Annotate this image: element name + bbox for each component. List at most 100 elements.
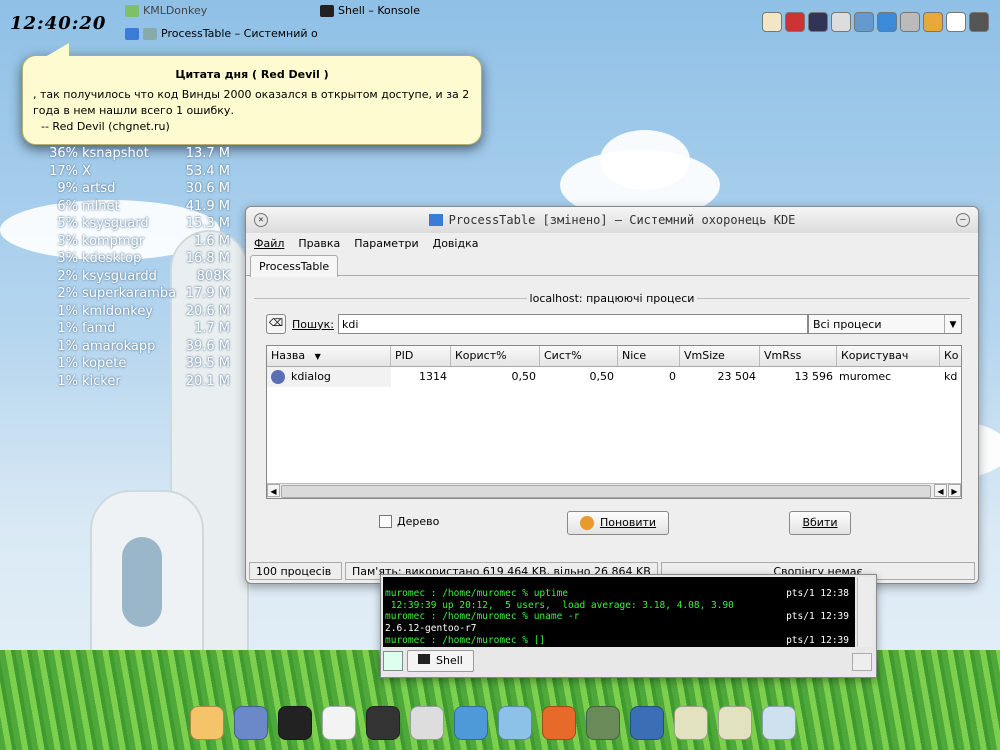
quote-author: -- Red Devil (chgnet.ru) [41, 120, 170, 133]
monitor-cpu: 5% [57, 216, 78, 231]
moon-icon[interactable] [969, 12, 989, 32]
monitor-name: ksysguardd [82, 268, 157, 284]
kill-button[interactable]: Вбити [789, 511, 851, 535]
wireless-icon[interactable] [923, 12, 943, 32]
ksysguard-icon[interactable] [366, 706, 400, 740]
monitor-name: kompmgr [82, 233, 145, 249]
col-vmsize[interactable]: VmSize [680, 346, 760, 366]
terminal-scrollback [385, 577, 855, 588]
monitor-name: kicker [82, 373, 121, 389]
window-menu-icon[interactable]: ✕ [254, 213, 268, 227]
task-kmldonkey[interactable]: KMLDonkey [125, 4, 207, 17]
network-icon[interactable] [808, 12, 828, 32]
kopete-icon[interactable] [454, 706, 488, 740]
close-session-icon[interactable] [852, 653, 872, 671]
menu-help[interactable]: Довідка [433, 237, 479, 250]
horizontal-scrollbar[interactable]: ◀ ◀ ▶ [267, 483, 961, 498]
monitor-cpu: 1% [57, 303, 78, 319]
col-label: Назва [271, 349, 306, 362]
network-icon[interactable] [498, 706, 532, 740]
editor-icon[interactable] [234, 706, 268, 740]
monitor-process-row: 2% ksysguardd 808K [48, 269, 248, 287]
scrollbar-thumb[interactable] [281, 485, 931, 498]
col-user-pct[interactable]: Корист% [451, 346, 540, 366]
dolphin-icon[interactable] [630, 706, 664, 740]
task-konsole[interactable]: Shell – Konsole [320, 4, 420, 17]
col-pid[interactable]: PID [391, 346, 451, 366]
monitor-mem: 16.8 M [185, 251, 230, 266]
terminal-meta: pts/1 12:38 [786, 588, 849, 599]
monitor-mem: 39.6 M [185, 338, 230, 354]
monitor-cpu: 2% [57, 286, 78, 301]
quote-line: года в нем нашли всего 1 ошибку. [33, 104, 234, 117]
terminal-meta: pts/1 12:39 [786, 634, 849, 646]
menu-edit[interactable]: Правка [298, 237, 340, 250]
refresh-button[interactable]: Поновити [567, 511, 669, 535]
table-row[interactable]: kdialog 1314 0,50 0,50 0 23 504 13 596 m… [267, 367, 961, 387]
monitor-process-row: 17% X 53.4 M [48, 164, 248, 182]
new-session-icon[interactable] [383, 651, 403, 671]
monitor-mem: 15.3 M [185, 216, 230, 231]
search-input[interactable]: kdi [338, 314, 808, 334]
cd-icon[interactable] [674, 706, 708, 740]
flag-icon[interactable] [785, 12, 805, 32]
monitor-mem: 39.5 M [185, 356, 230, 371]
hub-icon[interactable] [854, 12, 874, 32]
tree-checkbox[interactable]: Дерево [379, 515, 439, 528]
quote-body: , так получилось что код Винды 2000 оказ… [33, 87, 471, 135]
tab-processtable[interactable]: ProcessTable [250, 255, 339, 277]
settings-icon[interactable] [586, 706, 620, 740]
kde-icon[interactable] [762, 12, 782, 32]
office-icon[interactable] [410, 706, 444, 740]
col-nice[interactable]: Nice [618, 346, 680, 366]
globe-icon[interactable] [877, 12, 897, 32]
firefox-icon[interactable] [542, 706, 576, 740]
monitor-cpu: 17% [49, 163, 78, 179]
monitor-cpu: 2% [57, 268, 78, 284]
scroll-left-icon[interactable]: ◀ [934, 484, 947, 497]
kde-menu-icon[interactable] [190, 706, 224, 740]
monitor-process-row: 2% superkaramba 17.9 M [48, 286, 248, 304]
monitor-process-row: 1% famd 1.7 M [48, 321, 248, 339]
vertical-scrollbar[interactable] [857, 577, 873, 647]
terminal-line: muromec : /home/muromec % uname -r pts/1 … [385, 611, 855, 623]
eye-icon[interactable] [831, 12, 851, 32]
scroll-right-icon[interactable]: ▶ [948, 484, 961, 497]
terminal-output[interactable]: muromec : /home/muromec % uptime pts/1 12… [383, 577, 855, 647]
clear-search-icon[interactable]: ⌫ [266, 314, 286, 334]
monitor-mem: 20.1 M [185, 373, 230, 389]
notepad-icon[interactable] [946, 12, 966, 32]
cd-icon[interactable] [718, 706, 752, 740]
col-sys-pct[interactable]: Сист% [540, 346, 618, 366]
col-vmrss[interactable]: VmRss [760, 346, 837, 366]
monitor-process-row: 3% kdesktop 16.8 M [48, 251, 248, 269]
bottom-dock [190, 706, 796, 740]
pager-icon[interactable] [762, 706, 796, 740]
process-table: Назва ▼ PID Корист% Сист% Nice VmSize Vm… [266, 345, 962, 499]
monitor-mem: 20.6 M [185, 303, 230, 319]
monitor-process-row: 1% kicker 20.1 M [48, 374, 248, 392]
monitor-cpu: 1% [57, 321, 78, 336]
konsole-icon[interactable] [278, 706, 312, 740]
col-command[interactable]: Ко [940, 346, 961, 366]
home-icon[interactable] [322, 706, 356, 740]
process-filter-select[interactable]: Всі процеси ▼ [808, 314, 962, 334]
window-titlebar[interactable]: ✕ ProcessTable [змінено] – Системний охо… [246, 207, 978, 233]
monitor-mem: 41.9 M [185, 198, 230, 214]
kill-label: Вбити [802, 516, 838, 529]
col-name[interactable]: Назва ▼ [267, 346, 391, 366]
weather-icon[interactable] [900, 12, 920, 32]
col-user[interactable]: Користувач [837, 346, 940, 366]
window-title: ProcessTable [змінено] – Системний охоро… [448, 213, 796, 227]
cell-sys-pct: 0,50 [589, 370, 615, 383]
monitor-mem: 1.6 M [193, 233, 230, 249]
scroll-left-icon[interactable]: ◀ [267, 484, 280, 497]
menu-settings[interactable]: Параметри [354, 237, 418, 250]
menu-file[interactable]: Файл [254, 237, 284, 250]
minimize-icon[interactable]: — [956, 213, 970, 227]
konsole-tab-shell[interactable]: Shell [407, 650, 474, 672]
task-processtable[interactable]: ProcessTable – Системний о [125, 27, 318, 40]
quote-line: , так получилось что код Винды 2000 оказ… [33, 88, 470, 101]
monitor-cpu: 9% [57, 181, 78, 196]
task-label: Shell – Konsole [338, 4, 420, 17]
